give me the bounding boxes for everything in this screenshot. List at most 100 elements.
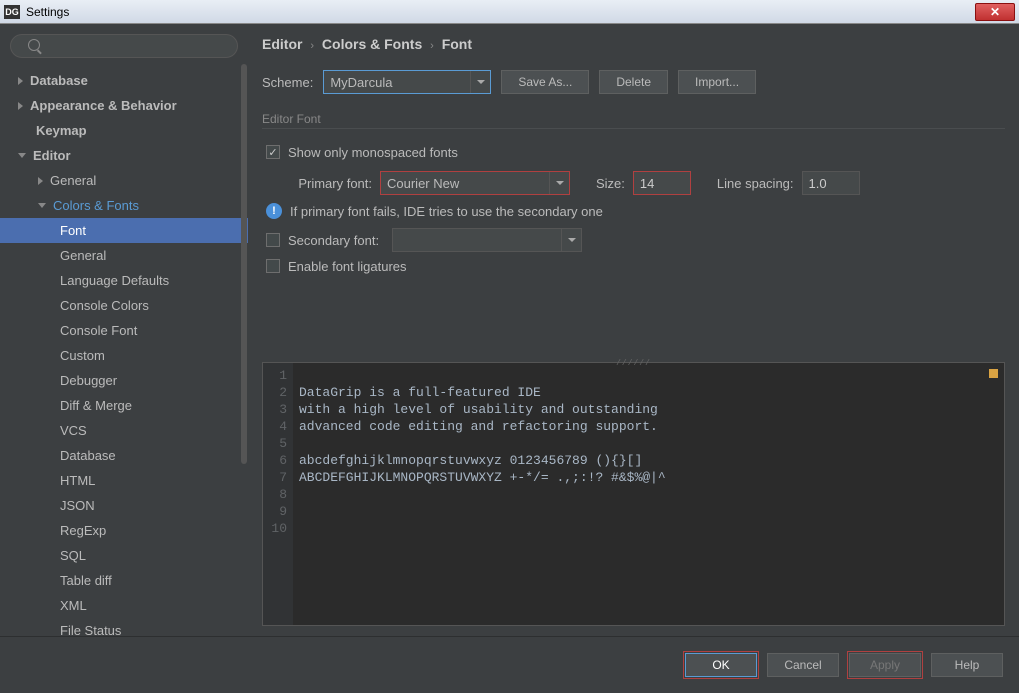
sidebar-item-sql[interactable]: SQL <box>0 543 248 568</box>
resize-handle-icon[interactable]: ////// <box>616 359 651 368</box>
button-label: Cancel <box>784 658 821 672</box>
sidebar-item-label: Colors & Fonts <box>53 198 139 213</box>
sidebar-item-json[interactable]: JSON <box>0 493 248 518</box>
sidebar-item-custom[interactable]: Custom <box>0 343 248 368</box>
sidebar-item-diff-merge[interactable]: Diff & Merge <box>0 393 248 418</box>
preview-gutter: 1 2 3 4 5 6 7 8 9 10 <box>263 363 293 625</box>
group-title: Editor Font <box>262 112 1005 129</box>
font-preview: ////// 1 2 3 4 5 6 7 8 9 10 DataGrip is … <box>262 362 1005 626</box>
sidebar-item-vcs[interactable]: VCS <box>0 418 248 443</box>
line-number: 1 <box>263 367 287 384</box>
dropdown-icon <box>470 71 490 93</box>
line-number: 3 <box>263 401 287 418</box>
show-mono-checkbox[interactable]: ✓ <box>266 145 280 159</box>
sidebar-item-label: File Status <box>60 623 121 636</box>
breadcrumb: Editor › Colors & Fonts › Font <box>262 36 1005 52</box>
sidebar-item-label: HTML <box>60 473 95 488</box>
sidebar-item-label: XML <box>60 598 87 613</box>
sidebar-item-label: General <box>60 248 106 263</box>
info-text: If primary font fails, IDE tries to use … <box>290 204 603 219</box>
sidebar-item-label: Keymap <box>36 123 87 138</box>
sidebar-item-database2[interactable]: Database <box>0 443 248 468</box>
sidebar-item-colors-fonts[interactable]: Colors & Fonts <box>0 193 248 218</box>
size-input[interactable]: 14 <box>633 171 691 195</box>
delete-button[interactable]: Delete <box>599 70 668 94</box>
sidebar-item-appearance[interactable]: Appearance & Behavior <box>0 93 248 118</box>
sidebar-item-xml[interactable]: XML <box>0 593 248 618</box>
cancel-button[interactable]: Cancel <box>767 653 839 677</box>
scheme-select[interactable]: MyDarcula <box>323 70 491 94</box>
button-label: OK <box>712 658 729 672</box>
breadcrumb-font: Font <box>442 36 472 52</box>
size-label: Size: <box>596 176 625 191</box>
chevron-right-icon <box>18 102 23 110</box>
apply-button[interactable]: Apply <box>849 653 921 677</box>
sidebar-item-table-diff[interactable]: Table diff <box>0 568 248 593</box>
sidebar-item-label: Table diff <box>60 573 112 588</box>
chevron-down-icon <box>38 203 46 208</box>
sidebar-item-label: VCS <box>60 423 87 438</box>
line-number: 4 <box>263 418 287 435</box>
help-button[interactable]: Help <box>931 653 1003 677</box>
line-spacing-input[interactable]: 1.0 <box>802 171 860 195</box>
show-mono-label: Show only monospaced fonts <box>288 145 458 160</box>
sidebar-item-console-colors[interactable]: Console Colors <box>0 293 248 318</box>
line-number: 2 <box>263 384 287 401</box>
button-label: Apply <box>870 658 900 672</box>
code-line: with a high level of usability and outst… <box>299 402 658 417</box>
import-button[interactable]: Import... <box>678 70 756 94</box>
scheme-label: Scheme: <box>262 75 313 90</box>
preview-code[interactable]: DataGrip is a full-featured IDE with a h… <box>293 363 1004 625</box>
code-line: DataGrip is a full-featured IDE <box>299 385 541 400</box>
sidebar-item-label: Console Font <box>60 323 137 338</box>
dropdown-icon <box>561 229 581 251</box>
breadcrumb-sep: › <box>430 40 434 52</box>
search-icon <box>28 39 40 51</box>
code-line: advanced code editing and refactoring su… <box>299 419 658 434</box>
ligatures-checkbox[interactable] <box>266 259 280 273</box>
sidebar-item-label: Font <box>60 223 86 238</box>
window-title: Settings <box>26 5 975 19</box>
primary-font-value: Courier New <box>387 176 459 191</box>
sidebar-item-language-defaults[interactable]: Language Defaults <box>0 268 248 293</box>
chevron-down-icon <box>18 153 26 158</box>
button-label: Save As... <box>518 75 572 89</box>
sidebar-item-label: Custom <box>60 348 105 363</box>
line-number: 6 <box>263 452 287 469</box>
sidebar-item-editor[interactable]: Editor <box>0 143 248 168</box>
breadcrumb-colors-fonts[interactable]: Colors & Fonts <box>322 36 422 52</box>
secondary-font-select[interactable] <box>392 228 582 252</box>
primary-font-select[interactable]: Courier New <box>380 171 570 195</box>
sidebar-scrollbar[interactable] <box>241 64 247 464</box>
primary-font-label: Primary font: <box>292 176 372 191</box>
line-number: 5 <box>263 435 287 452</box>
dropdown-icon <box>549 172 569 194</box>
sidebar-item-debugger[interactable]: Debugger <box>0 368 248 393</box>
sidebar-item-label: Diff & Merge <box>60 398 132 413</box>
line-number: 9 <box>263 503 287 520</box>
sidebar-item-general[interactable]: General <box>0 168 248 193</box>
sidebar-item-html[interactable]: HTML <box>0 468 248 493</box>
ok-button[interactable]: OK <box>685 653 757 677</box>
sidebar-item-keymap[interactable]: Keymap <box>0 118 248 143</box>
sidebar-item-regexp[interactable]: RegExp <box>0 518 248 543</box>
dialog-footer: OK Cancel Apply Help <box>0 636 1019 692</box>
sidebar-item-database[interactable]: Database <box>0 68 248 93</box>
close-icon: ✕ <box>990 5 1000 19</box>
editor-font-group: Editor Font ✓ Show only monospaced fonts… <box>262 108 1005 279</box>
sidebar-item-label: Language Defaults <box>60 273 169 288</box>
sidebar-item-general2[interactable]: General <box>0 243 248 268</box>
search-input[interactable] <box>10 34 238 58</box>
sidebar-item-label: General <box>50 173 96 188</box>
breadcrumb-sep: › <box>310 40 314 52</box>
breadcrumb-editor[interactable]: Editor <box>262 36 302 52</box>
close-button[interactable]: ✕ <box>975 3 1015 21</box>
code-line: ABCDEFGHIJKLMNOPQRSTUVWXYZ +-*/= .,;:!? … <box>299 470 666 485</box>
sidebar-item-file-status[interactable]: File Status <box>0 618 248 636</box>
sidebar-item-label: Appearance & Behavior <box>30 98 177 113</box>
sidebar-item-font[interactable]: Font <box>0 218 248 243</box>
secondary-font-checkbox[interactable] <box>266 233 280 247</box>
sidebar-item-console-font[interactable]: Console Font <box>0 318 248 343</box>
save-as-button[interactable]: Save As... <box>501 70 589 94</box>
inspection-status-icon <box>989 369 998 378</box>
